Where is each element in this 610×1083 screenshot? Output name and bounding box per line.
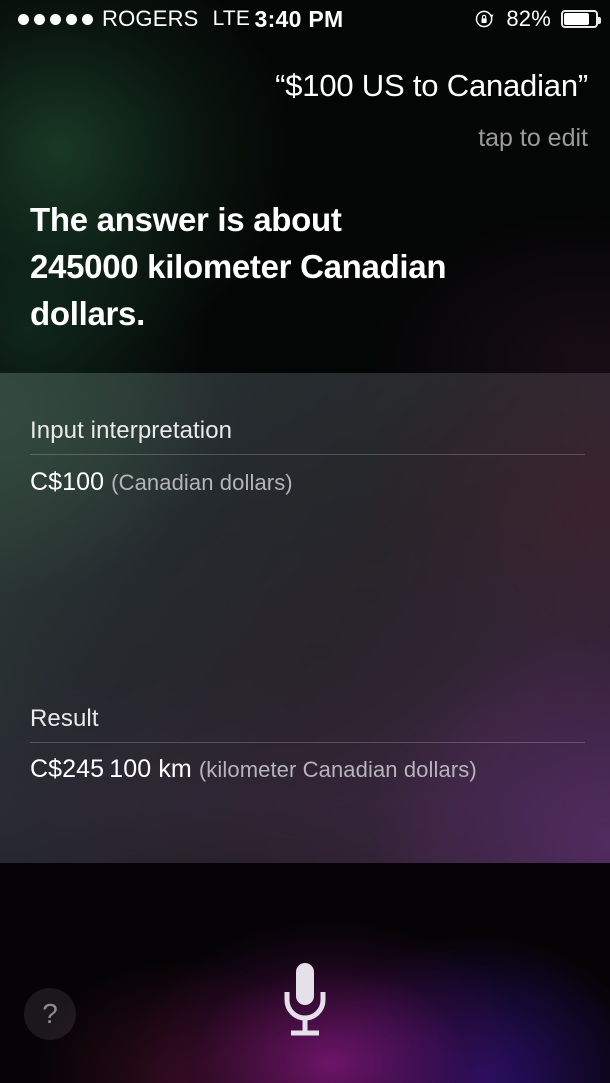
result-value-row: C$245 100 km (kilometer Canadian dollars)	[30, 755, 477, 784]
input-unit: (Canadian dollars)	[111, 470, 293, 495]
siri-screen: ROGERS LTE 3:40 PM 82% “$100 US to Canad…	[0, 0, 610, 1083]
tap-to-edit-hint[interactable]: tap to edit	[28, 124, 588, 153]
query-region: ROGERS LTE 3:40 PM 82% “$100 US to Canad…	[0, 0, 610, 373]
query-text[interactable]: “$100 US to Canadian”	[28, 68, 588, 104]
help-button[interactable]: ?	[24, 988, 76, 1040]
microphone-button[interactable]	[275, 958, 335, 1043]
rotation-lock-icon	[476, 10, 494, 28]
result-value: C$245 100 km	[30, 755, 192, 783]
input-interpretation-heading: Input interpretation	[30, 417, 585, 455]
input-interpretation-value-row: C$100 (Canadian dollars)	[30, 468, 293, 497]
status-bar-right: 82%	[474, 6, 601, 32]
microphone-icon	[284, 963, 326, 1036]
wolframalpha-card-inner: Input interpretation C$100 (Canadian doll…	[0, 373, 610, 863]
battery-icon	[561, 10, 601, 28]
spoken-answer-text: The answer is about 245000 kilometer Can…	[30, 201, 447, 332]
wolframalpha-result-card[interactable]: Input interpretation C$100 (Canadian doll…	[0, 373, 610, 863]
battery-fill	[564, 13, 590, 25]
status-bar: ROGERS LTE 3:40 PM 82%	[0, 0, 610, 38]
result-heading: Result	[30, 705, 585, 743]
input-value: C$100	[30, 468, 105, 496]
result-unit: (kilometer Canadian dollars)	[198, 757, 477, 782]
battery-percent-label: 82%	[506, 6, 551, 31]
